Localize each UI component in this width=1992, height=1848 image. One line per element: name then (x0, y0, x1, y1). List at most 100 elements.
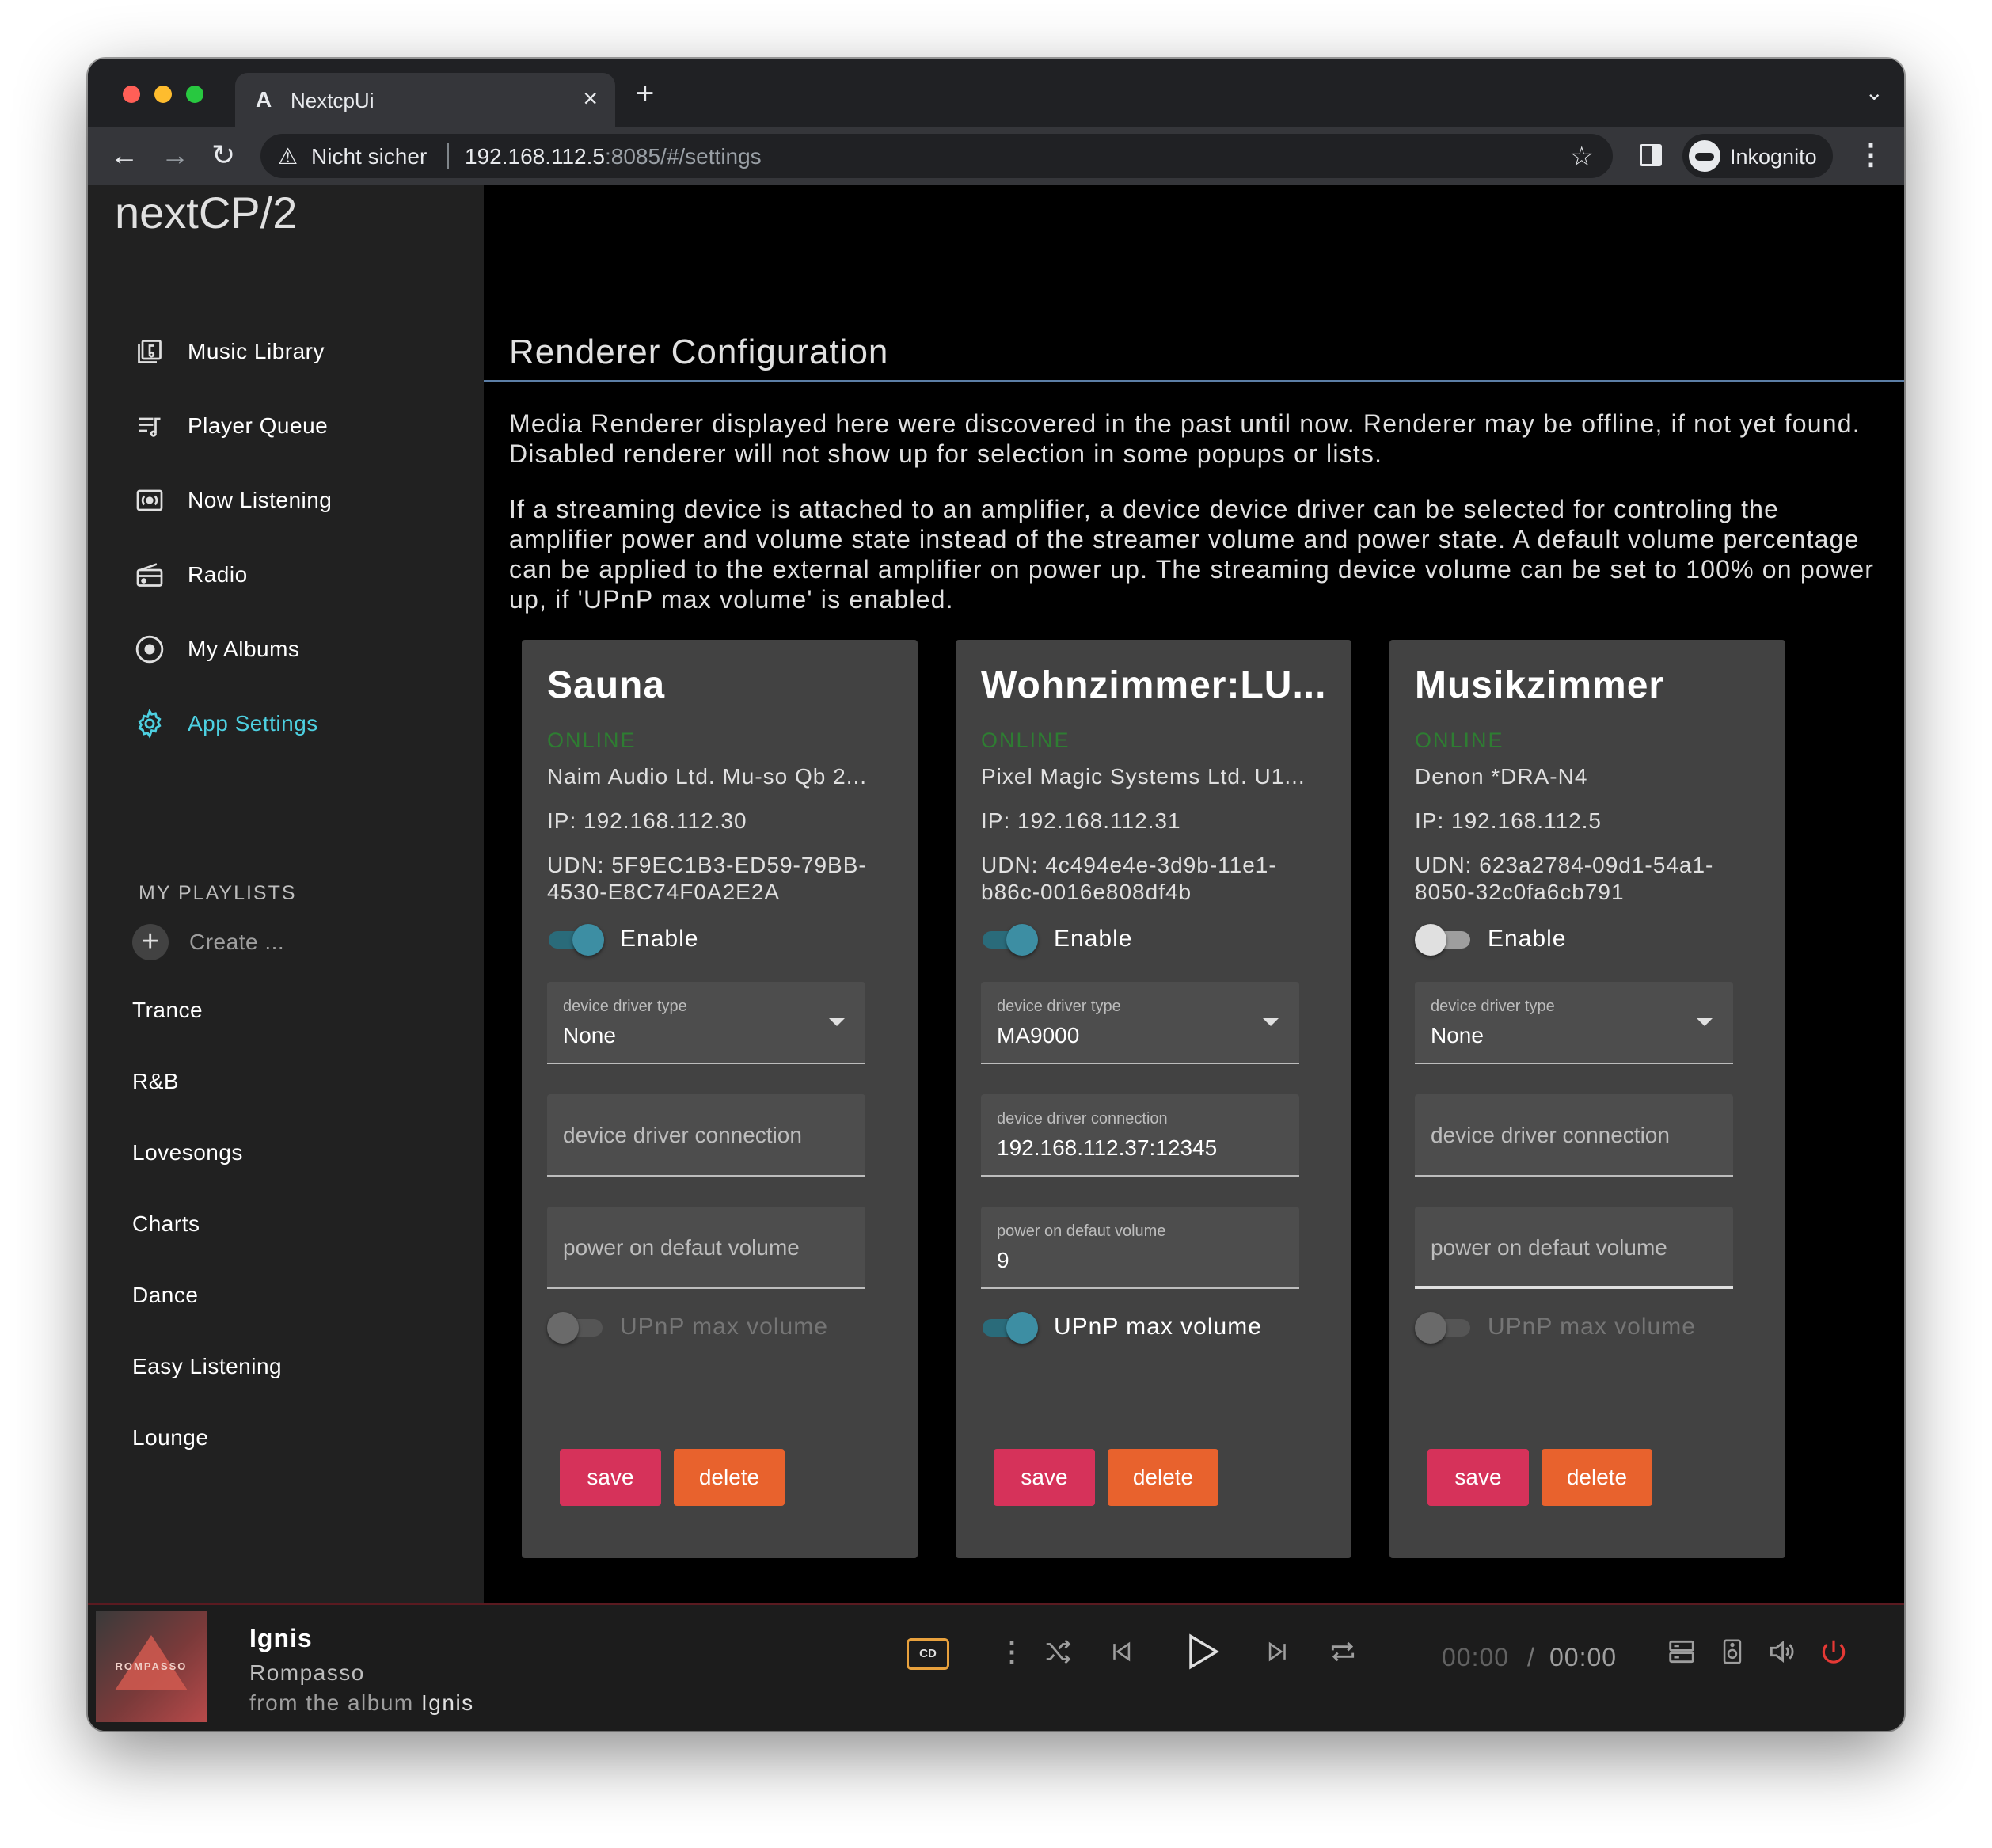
sidebar-item-app-settings[interactable]: App Settings (134, 700, 318, 747)
renderer-name: Wohnzimmer:LU... (981, 664, 1327, 706)
dropdown-caret-icon (1263, 1018, 1279, 1026)
incognito-profile-button[interactable]: Inkognito (1682, 134, 1833, 178)
device-driver-connection-input[interactable]: device driver connection 192.168.112.37:1… (981, 1094, 1299, 1177)
url-text: 192.168.112.5:8085/#/settings (465, 144, 762, 169)
upnp-max-label: UPnP max volume (620, 1314, 828, 1340)
field-placeholder: device driver connection (1431, 1123, 1670, 1147)
minimize-window-button[interactable] (154, 86, 172, 103)
volume-icon[interactable] (1766, 1637, 1796, 1674)
upnp-max-volume-toggle[interactable]: UPnP max volume (547, 1310, 828, 1344)
upnp-max-switch[interactable] (1415, 1310, 1472, 1344)
device-driver-type-select[interactable]: device driver type None (547, 982, 865, 1064)
more-options-icon[interactable]: ⋮ (998, 1637, 1025, 1668)
browser-tab[interactable]: A NextcpUi × (235, 73, 615, 127)
device-driver-type-select[interactable]: device driver type MA9000 (981, 982, 1299, 1064)
sidebar-item-label: Music Library (188, 339, 325, 363)
sidebar-item-label: Radio (188, 562, 248, 587)
playlist-item[interactable]: Charts (132, 1211, 200, 1237)
speaker-device-icon[interactable] (1719, 1637, 1746, 1674)
renderer-model: Denon *DRA-N4 (1415, 764, 1588, 789)
enable-toggle[interactable]: Enable (1415, 922, 1566, 956)
playlist-item[interactable]: Lounge (132, 1425, 208, 1451)
close-window-button[interactable] (123, 86, 140, 103)
field-placeholder: power on defaut volume (1431, 1235, 1667, 1260)
enable-switch[interactable] (1415, 922, 1472, 956)
track-title: Ignis (249, 1624, 313, 1652)
save-button[interactable]: save (560, 1449, 661, 1506)
field-value: 9 (997, 1248, 1009, 1272)
forward-arrow-icon[interactable]: → (161, 139, 189, 171)
upnp-max-volume-toggle[interactable]: UPnP max volume (981, 1310, 1262, 1344)
save-button[interactable]: save (1427, 1449, 1529, 1506)
playlist-item[interactable]: Easy Listening (132, 1354, 282, 1379)
sidebar-item-player-queue[interactable]: Player Queue (134, 402, 328, 450)
renderer-ip: IP: 192.168.112.5 (1415, 808, 1602, 833)
bookmark-star-icon[interactable]: ☆ (1570, 141, 1594, 173)
enable-switch[interactable] (547, 922, 604, 956)
device-driver-connection-input[interactable]: device driver connection (547, 1094, 865, 1177)
music-library-icon (134, 336, 165, 367)
tab-close-icon[interactable]: × (583, 84, 598, 113)
renderer-model: Naim Audio Ltd. Mu-so Qb 2... (547, 764, 868, 789)
description-paragraph-1: Media Renderer displayed here were disco… (509, 409, 1861, 468)
playlists-header: MY PLAYLISTS (139, 882, 297, 904)
side-panel-icon[interactable] (1640, 144, 1662, 166)
delete-button[interactable]: delete (1542, 1449, 1652, 1506)
upnp-max-switch[interactable] (981, 1310, 1038, 1344)
device-driver-connection-input[interactable]: device driver connection (1415, 1094, 1733, 1177)
sidebar-item-my-albums[interactable]: My Albums (134, 626, 299, 673)
create-playlist-button[interactable]: + Create ... (132, 918, 284, 966)
renderer-status: ONLINE (981, 728, 1070, 752)
back-arrow-icon[interactable]: ← (110, 139, 139, 171)
sidebar-item-label: Now Listening (188, 488, 333, 512)
sidebar-item-now-listening[interactable]: Now Listening (134, 477, 332, 524)
renderer-ip: IP: 192.168.112.31 (981, 808, 1181, 833)
playlist-item[interactable]: Trance (132, 998, 203, 1023)
default-volume-input[interactable]: power on defaut volume (547, 1207, 865, 1289)
default-volume-input[interactable]: power on defaut volume (1415, 1207, 1733, 1289)
track-album-line: from the album Ignis (249, 1690, 474, 1716)
maximize-window-button[interactable] (186, 86, 203, 103)
enable-toggle[interactable]: Enable (547, 922, 698, 956)
gear-icon (134, 708, 165, 740)
album-cover[interactable]: ROMPASSO (96, 1611, 207, 1722)
incognito-label: Inkognito (1730, 145, 1817, 169)
save-button[interactable]: save (994, 1449, 1095, 1506)
previous-track-icon[interactable] (1108, 1637, 1135, 1674)
repeat-icon[interactable] (1328, 1637, 1358, 1674)
server-icon[interactable] (1667, 1637, 1697, 1674)
renderer-status: ONLINE (547, 728, 637, 752)
default-volume-input[interactable]: power on defaut volume 9 (981, 1207, 1299, 1289)
upnp-max-switch[interactable] (547, 1310, 604, 1344)
address-bar[interactable]: ⚠ Nicht sicher 192.168.112.5:8085/#/sett… (260, 134, 1613, 178)
time-total: 00:00 (1549, 1643, 1618, 1671)
shuffle-icon[interactable] (1043, 1637, 1073, 1674)
renderer-card: Sauna ONLINE Naim Audio Ltd. Mu-so Qb 2...… (522, 640, 918, 1558)
device-driver-type-select[interactable]: device driver type None (1415, 982, 1733, 1064)
field-label: power on defaut volume (997, 1222, 1166, 1240)
browser-toolbar: ← → ↻ ⚠ Nicht sicher 192.168.112.5:8085/… (88, 127, 1904, 185)
track-artist: Rompasso (249, 1660, 365, 1685)
delete-button[interactable]: delete (674, 1449, 785, 1506)
delete-button[interactable]: delete (1108, 1449, 1218, 1506)
sidebar-item-music-library[interactable]: Music Library (134, 328, 325, 375)
upnp-max-volume-toggle[interactable]: UPnP max volume (1415, 1310, 1696, 1344)
sidebar-item-radio[interactable]: Radio (134, 551, 248, 599)
cd-quality-badge: CD (907, 1638, 949, 1670)
playlist-item[interactable]: R&B (132, 1069, 179, 1094)
play-icon[interactable] (1180, 1629, 1222, 1682)
tab-search-chevron-icon[interactable]: ⌄ (1865, 79, 1884, 105)
next-track-icon[interactable] (1264, 1637, 1291, 1674)
enable-switch[interactable] (981, 922, 1038, 956)
power-icon[interactable] (1819, 1637, 1849, 1674)
reload-icon[interactable]: ↻ (211, 139, 235, 171)
dropdown-caret-icon (1697, 1018, 1713, 1026)
tab-title: NextcpUi (291, 89, 374, 112)
enable-toggle[interactable]: Enable (981, 922, 1132, 956)
angular-favicon-icon: A (256, 87, 272, 112)
new-tab-icon[interactable]: + (636, 76, 654, 112)
browser-menu-icon[interactable]: ⋮ (1857, 138, 1885, 171)
playlist-item[interactable]: Lovesongs (132, 1140, 243, 1165)
playlist-item[interactable]: Dance (132, 1283, 198, 1308)
sidebar-item-label: Player Queue (188, 413, 329, 438)
